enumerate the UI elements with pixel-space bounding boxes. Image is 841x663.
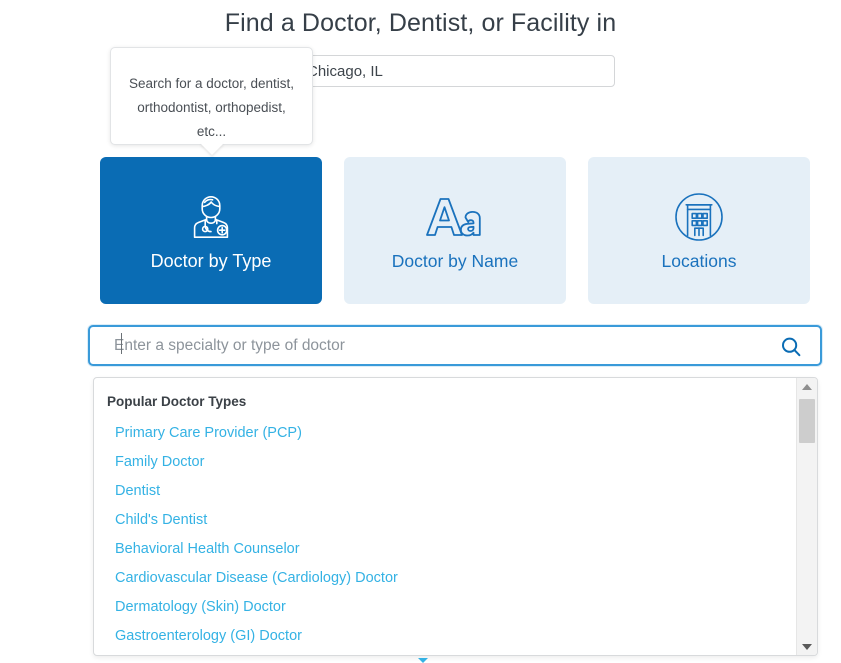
list-item[interactable]: Cardiovascular Disease (Cardiology) Doct… [94, 568, 796, 588]
card-locations[interactable]: Locations [588, 157, 810, 304]
building-circle-icon [673, 189, 725, 245]
tooltip-text: Search for a doctor, dentist, orthodonti… [128, 76, 295, 139]
triangle-up-icon[interactable] [797, 378, 817, 395]
list-item[interactable]: Dermatology (Skin) Doctor [94, 597, 796, 617]
list-item[interactable]: Dentist [94, 481, 796, 501]
card-doctor-by-name[interactable]: Doctor by Name [344, 157, 566, 304]
card-doctor-by-type[interactable]: Doctor by Type [100, 157, 322, 304]
search-mode-cards: Doctor by Type Doctor by Name Locations [100, 157, 810, 304]
dropdown-heading: Popular Doctor Types [107, 394, 247, 409]
search-help-tooltip: Search for a doctor, dentist, orthodonti… [110, 47, 313, 155]
specialty-search-input[interactable] [114, 335, 774, 357]
dropdown-scrollbar[interactable] [796, 378, 817, 655]
list-item[interactable]: Child's Dentist [94, 510, 796, 530]
triangle-down-icon[interactable] [797, 638, 817, 655]
card-label-doctor-by-name: Doctor by Name [391, 250, 519, 271]
text-cursor [121, 333, 122, 354]
location-search-field[interactable]: Chicago, IL [294, 55, 615, 87]
list-item[interactable]: Primary Care Provider (PCP) [94, 423, 796, 443]
popular-doctor-types-dropdown: Popular Doctor Types Primary Care Provid… [93, 377, 818, 656]
location-search-value: Chicago, IL [307, 63, 383, 80]
search-icon[interactable] [780, 336, 802, 358]
specialty-search-box[interactable] [88, 325, 822, 366]
page-title: Find a Doctor, Dentist, or Facility in [224, 9, 617, 37]
doctor-icon [188, 189, 234, 245]
list-item[interactable]: Gastroenterology (GI) Doctor [94, 626, 796, 646]
tooltip-pointer-arrow [199, 143, 224, 155]
list-item[interactable]: Behavioral Health Counselor [94, 539, 796, 559]
card-label-doctor-by-type: Doctor by Type [150, 250, 272, 271]
dropdown-list: Popular Doctor Types Primary Care Provid… [94, 378, 796, 655]
list-item[interactable]: Family Doctor [94, 452, 796, 472]
card-label-locations: Locations [661, 250, 737, 271]
letters-aa-icon [424, 189, 486, 245]
below-dropdown-caret-icon [418, 658, 428, 663]
scrollbar-thumb[interactable] [799, 399, 815, 443]
